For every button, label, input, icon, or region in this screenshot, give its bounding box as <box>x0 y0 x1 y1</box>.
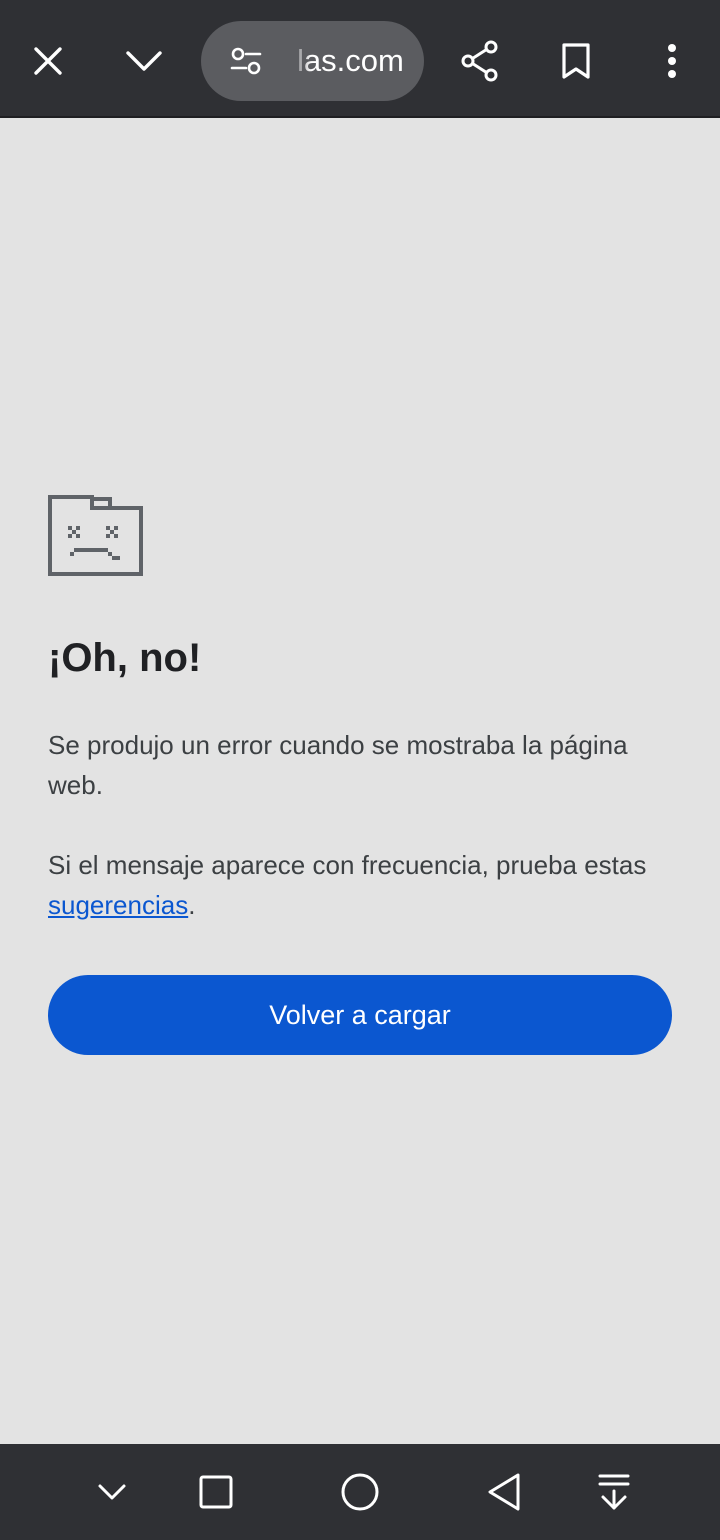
tune-icon <box>230 47 262 75</box>
share-button[interactable] <box>450 21 510 101</box>
reload-button[interactable]: Volver a cargar <box>48 975 672 1055</box>
more-vert-icon <box>668 44 676 78</box>
suggestions-link[interactable]: sugerencias <box>48 890 188 920</box>
system-nav-bar <box>0 1444 720 1540</box>
share-icon <box>461 40 498 82</box>
error-hint-suffix: . <box>188 890 196 920</box>
download-icon <box>598 1474 630 1510</box>
close-tab-button[interactable] <box>18 21 78 101</box>
recents-icon <box>199 1475 233 1509</box>
download-button[interactable] <box>584 1462 644 1522</box>
nav-collapse-icon <box>98 1484 126 1500</box>
nav-collapse-button[interactable] <box>82 1462 142 1522</box>
home-icon <box>341 1473 379 1511</box>
more-options-button[interactable] <box>642 21 702 101</box>
error-title: ¡Oh, no! <box>48 636 202 680</box>
sad-tab-icon <box>48 495 144 582</box>
error-hint-prefix: Si el mensaje aparece con frecuencia, pr… <box>48 850 647 880</box>
bookmark-icon <box>562 43 590 79</box>
error-message: Se produjo un error cuando se mostraba l… <box>48 730 628 800</box>
chevron-down-icon <box>126 51 162 71</box>
home-button[interactable] <box>330 1462 390 1522</box>
back-button[interactable] <box>474 1462 534 1522</box>
bookmark-button[interactable] <box>546 21 606 101</box>
close-icon <box>34 47 62 75</box>
url-bar[interactable]: las.com <box>201 21 424 101</box>
url-text: las.com <box>297 43 404 78</box>
back-icon <box>488 1473 520 1511</box>
browser-toolbar: las.com <box>0 0 720 118</box>
error-hint: Si el mensaje aparece con frecuencia, pr… <box>48 845 672 925</box>
site-settings-button[interactable] <box>229 46 269 76</box>
minimize-button[interactable] <box>114 21 174 101</box>
recents-button[interactable] <box>186 1462 246 1522</box>
